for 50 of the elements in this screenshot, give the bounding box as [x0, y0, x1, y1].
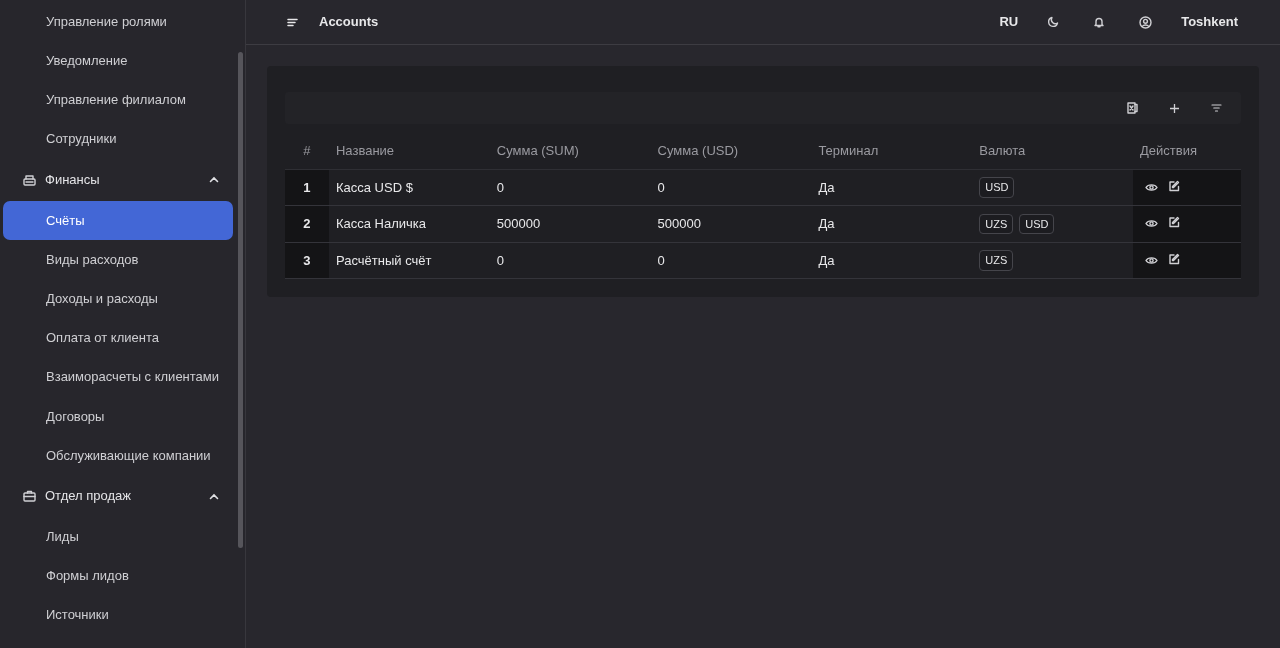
- table-cell: Да: [818, 216, 835, 231]
- currency-tag: USD: [979, 177, 1015, 198]
- row-number: 3: [303, 252, 311, 268]
- sidebar-item[interactable]: Управление филиалом: [3, 80, 233, 120]
- table-cell: 0: [496, 252, 505, 268]
- row-number: 1: [303, 179, 311, 195]
- currency-tag: UZS: [979, 250, 1014, 271]
- cash-register-icon: [23, 173, 36, 186]
- language-label[interactable]: RU: [999, 12, 1019, 32]
- column-header: #: [303, 143, 311, 158]
- table-cell: Да: [818, 252, 835, 268]
- page-title: Accounts: [319, 13, 379, 32]
- column-header: Действия: [1140, 143, 1197, 158]
- table-cell: 0: [657, 179, 665, 195]
- sidebar-item[interactable]: Доходы и расходы: [3, 279, 233, 319]
- sidebar-item[interactable]: Виды расходов: [3, 239, 233, 280]
- table-cell: Касса Наличка: [335, 216, 427, 231]
- row-number: 2: [303, 216, 311, 231]
- table-cell: 500000: [496, 216, 541, 231]
- sidebar-group[interactable]: Финансы: [23, 170, 235, 190]
- sidebar-item[interactable]: Лиды: [3, 517, 233, 557]
- column-header: Валюта: [979, 143, 1026, 158]
- chevron-up-icon: [209, 492, 219, 500]
- table-cell: Касса USD $: [335, 179, 413, 195]
- sidebar-item[interactable]: Оплата от клиента: [3, 318, 233, 358]
- column-header: Название: [335, 143, 395, 158]
- column-header: Терминал: [818, 143, 879, 158]
- table-cell: 500000: [657, 216, 701, 231]
- sidebar-item[interactable]: Взаиморасчеты с клиентами: [3, 357, 233, 397]
- sidebar-item[interactable]: Формы лидов: [3, 556, 233, 596]
- briefcase-icon: [23, 490, 36, 503]
- sidebar-item[interactable]: Счёты: [3, 200, 233, 240]
- sidebar-item[interactable]: Сотрудники: [3, 119, 233, 159]
- sidebar-item[interactable]: Источники: [3, 595, 233, 635]
- table-cell: Да: [818, 179, 835, 195]
- table-cell: 0: [496, 179, 505, 195]
- scrollbar[interactable]: [238, 52, 243, 548]
- sidebar-group[interactable]: Отдел продаж: [23, 486, 235, 506]
- column-header: Сумма (USD): [657, 143, 739, 158]
- user-name[interactable]: Toshkent: [1181, 12, 1238, 32]
- column-header: Сумма (SUM): [496, 143, 579, 158]
- currency-tag: USD: [1019, 213, 1055, 234]
- sidebar-item[interactable]: Управление ролями: [3, 2, 233, 42]
- table-cell: 0: [657, 252, 665, 268]
- chevron-up-icon: [209, 176, 219, 184]
- sidebar-item[interactable]: Обслуживающие компании: [3, 435, 233, 476]
- table-cell: Расчётный счёт: [335, 252, 432, 268]
- sidebar-item[interactable]: Договоры: [3, 396, 233, 436]
- currency-tag: UZS: [979, 213, 1014, 234]
- sidebar-item[interactable]: Уведомление: [3, 41, 233, 81]
